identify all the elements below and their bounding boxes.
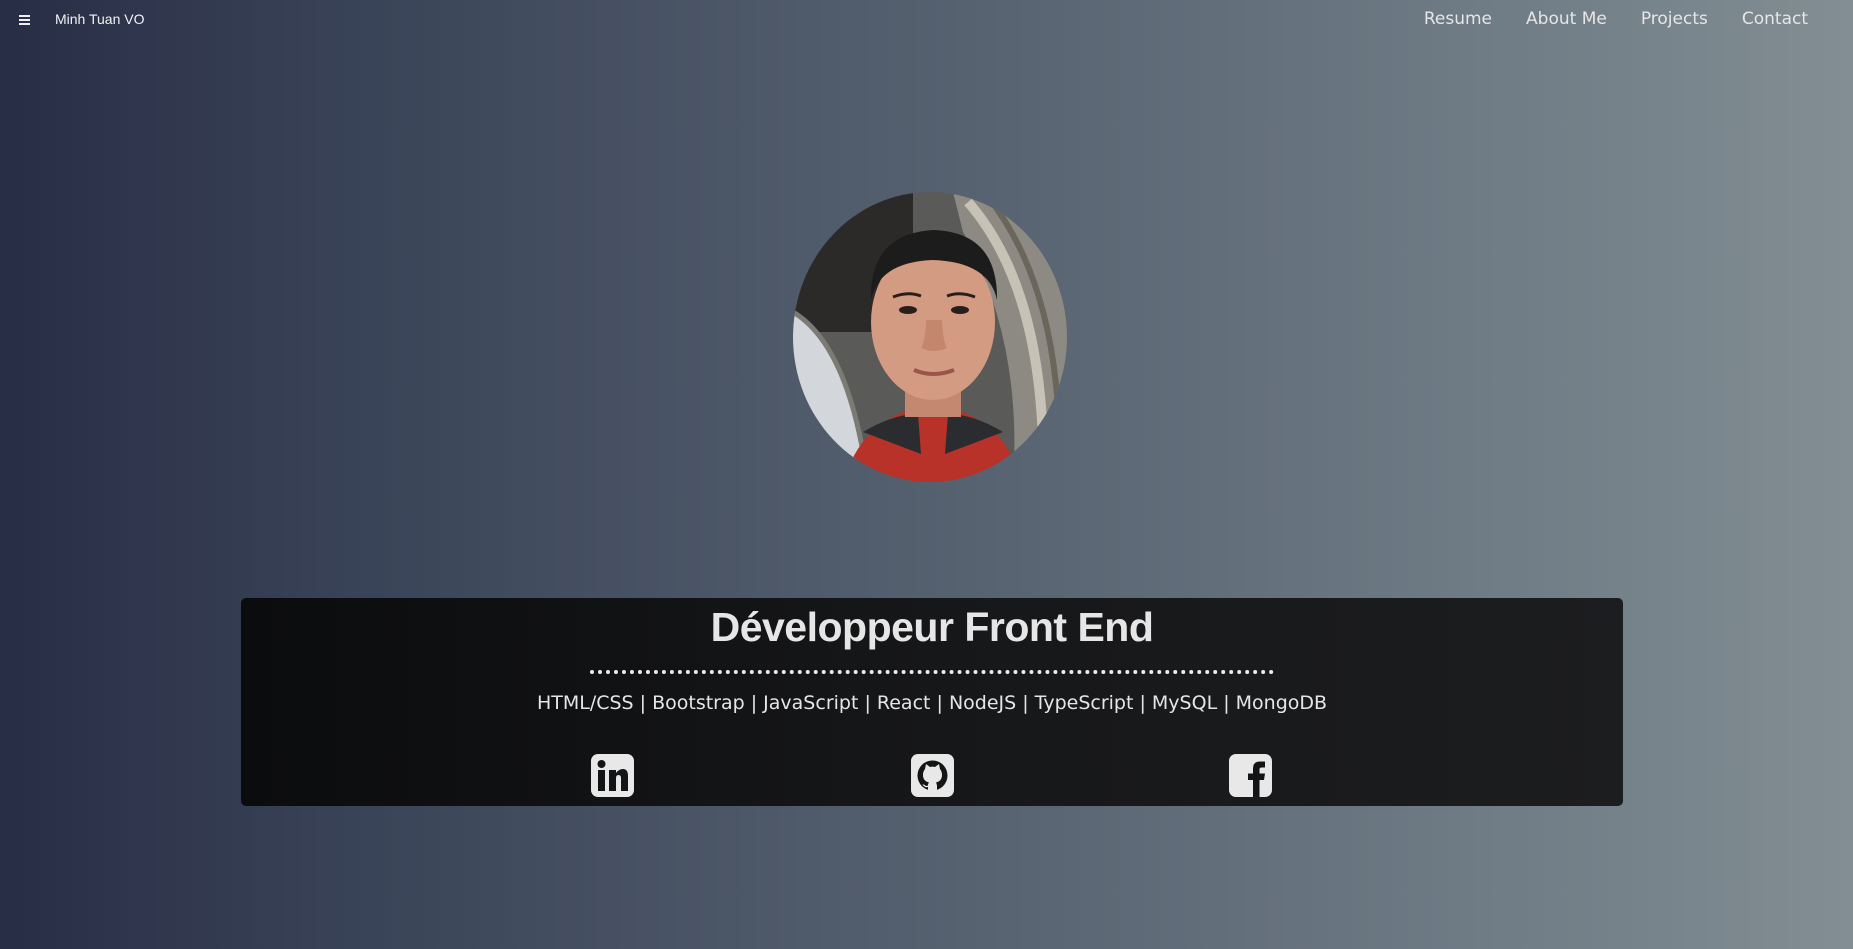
hamburger-menu-icon[interactable] — [17, 13, 33, 27]
dotted-divider — [590, 670, 1274, 674]
nav-links: Resume About Me Projects Contact — [1424, 9, 1808, 29]
github-icon[interactable] — [911, 754, 954, 797]
nav-link-contact[interactable]: Contact — [1742, 9, 1808, 29]
brand-name[interactable]: Minh Tuan VO — [55, 11, 145, 27]
profile-photo — [793, 192, 1067, 482]
facebook-icon[interactable] — [1229, 754, 1272, 797]
nav-link-projects[interactable]: Projects — [1641, 9, 1708, 29]
linkedin-icon[interactable] — [591, 754, 634, 797]
intro-card: Développeur Front End HTML/CSS | Bootstr… — [241, 598, 1623, 806]
navbar: Minh Tuan VO Resume About Me Projects Co… — [0, 0, 1853, 42]
job-title-heading: Développeur Front End — [710, 604, 1154, 650]
nav-link-about-me[interactable]: About Me — [1526, 9, 1607, 29]
skills-list: HTML/CSS | Bootstrap | JavaScript | Reac… — [536, 692, 1328, 714]
nav-link-resume[interactable]: Resume — [1424, 9, 1492, 29]
